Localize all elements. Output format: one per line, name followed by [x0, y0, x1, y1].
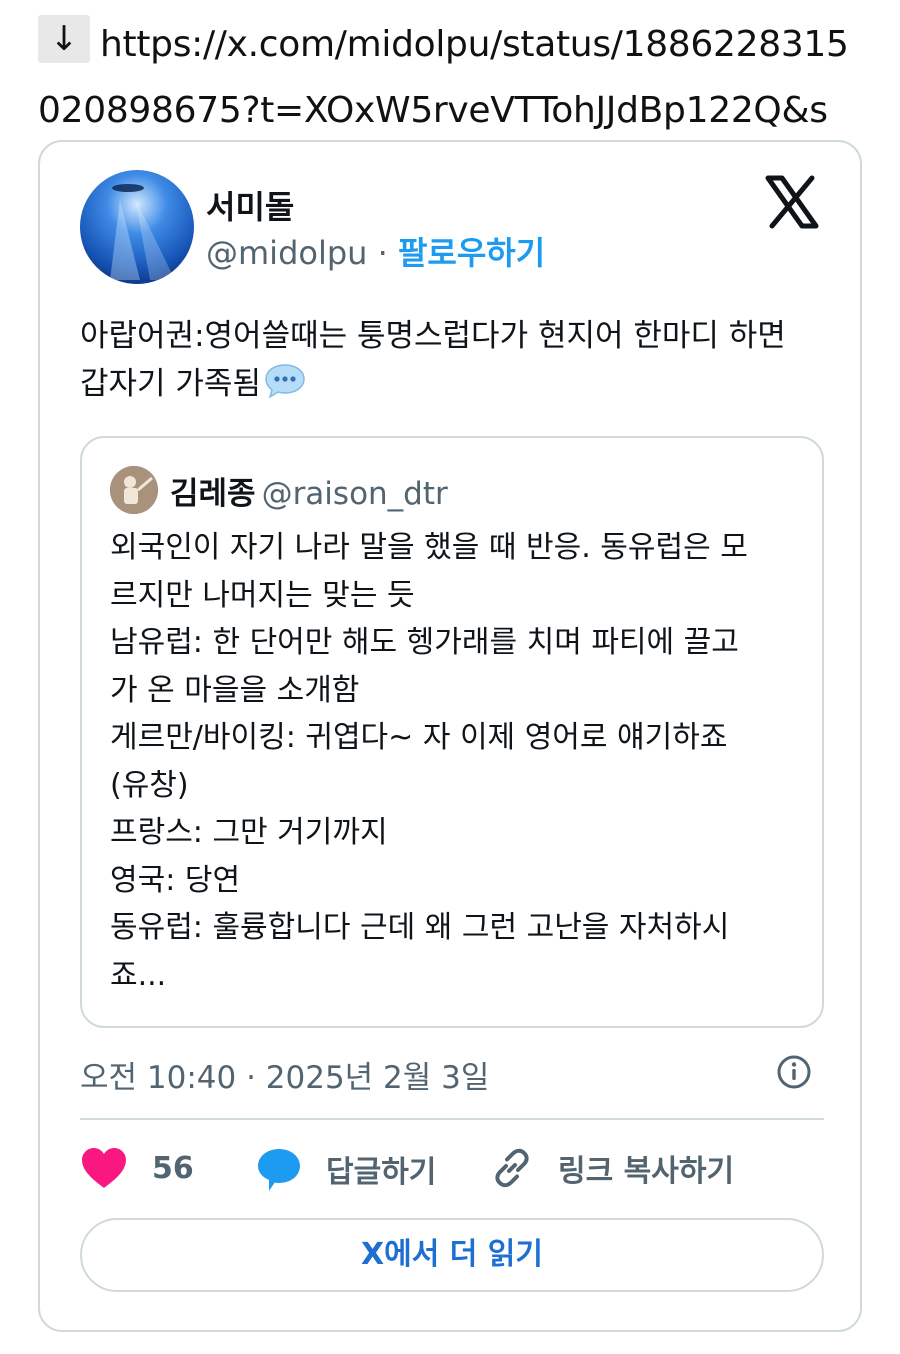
- x-logo-icon[interactable]: [764, 174, 820, 230]
- quote-avatar: [110, 466, 158, 514]
- down-arrow-icon: ↓: [38, 15, 90, 63]
- quote-line: 르지만 나머지는 맞는 듯: [110, 577, 415, 613]
- copy-link-button[interactable]: 링크 복사하기: [490, 1146, 734, 1190]
- url-line-1: https://x.com/midolpu/status/1886228315: [100, 24, 849, 65]
- read-more-button[interactable]: X에서 더 읽기: [80, 1218, 824, 1292]
- divider: [80, 1118, 824, 1120]
- heart-icon: [82, 1148, 126, 1188]
- quote-line: 가 온 마을을 소개함: [110, 672, 360, 708]
- quote-line: 동유럽: 훌륭합니다 근데 왜 그런 고난을 자처하시: [110, 910, 730, 945]
- reply-bubble-icon: [258, 1149, 300, 1191]
- reply-button[interactable]: 답글하기: [256, 1146, 436, 1192]
- quote-line: 남유럽: 한 단어만 해도 헹가래를 치며 파티에 끌고: [110, 625, 739, 660]
- quote-line: 죠...: [110, 957, 167, 993]
- quote-text: 외국인이 자기 나라 말을 했을 때 반응. 동유럽은 모 르지만 나머지는 맞…: [110, 524, 800, 999]
- reply-label: 답글하기: [326, 1155, 437, 1190]
- quote-handle: @raison_dtr: [261, 476, 448, 512]
- url-line-2: 020898675?t=XOxW5rveVTTohJJdBp122Q&s: [38, 90, 828, 131]
- info-icon[interactable]: [776, 1054, 812, 1090]
- avatar[interactable]: [80, 170, 194, 284]
- separator: ·: [377, 234, 388, 272]
- like-button[interactable]: 56: [80, 1146, 194, 1190]
- speech-bubble-icon: [263, 362, 307, 414]
- quoted-tweet[interactable]: 김레종 @raison_dtr 외국인이 자기 나라 말을 했을 때 반응. 동유…: [80, 436, 824, 1028]
- tweet-text: 아랍어권:영어쓸때는 퉁명스럽다가 현지어 한마디 하면 갑자기 가족됨: [80, 312, 830, 414]
- timestamp[interactable]: 오전 10:40 · 2025년 2월 3일: [80, 1052, 489, 1097]
- handle[interactable]: @midolpu: [206, 234, 367, 272]
- display-name[interactable]: 서미돌: [206, 182, 294, 228]
- link-icon: [495, 1148, 529, 1188]
- tweet-text-line-1: 아랍어권:영어쓸때는 퉁명스럽다가 현지어 한마디 하면: [80, 318, 786, 354]
- like-count: 56: [152, 1150, 194, 1186]
- action-bar: 56 답글하기 링크 복사하기: [80, 1146, 824, 1200]
- url-text[interactable]: ↓ https://x.com/midolpu/status/1886228315…: [38, 12, 878, 144]
- follow-button[interactable]: 팔로우하기: [398, 234, 545, 272]
- quote-line: 영국: 당연: [110, 862, 241, 898]
- quote-line: 프랑스: 그만 거기까지: [110, 815, 388, 850]
- tweet-text-line-2: 갑자기 가족됨: [80, 366, 261, 402]
- handle-row: @midolpu · 팔로우하기: [206, 228, 545, 274]
- quote-line: 외국인이 자기 나라 말을 했을 때 반응. 동유럽은 모: [110, 530, 748, 565]
- quote-author: 김레종 @raison_dtr: [170, 468, 448, 513]
- quote-line: 게르만/바이킹: 귀엽다~ 자 이제 영어로 얘기하죠: [110, 720, 728, 755]
- copy-link-label: 링크 복사하기: [558, 1154, 735, 1189]
- tweet-embed-card[interactable]: 서미돌 @midolpu · 팔로우하기 아랍어권:영어쓸때는 퉁명스럽다가 현…: [38, 140, 862, 1332]
- quote-display-name: 김레종: [170, 476, 256, 512]
- quote-line: (유창): [110, 767, 189, 803]
